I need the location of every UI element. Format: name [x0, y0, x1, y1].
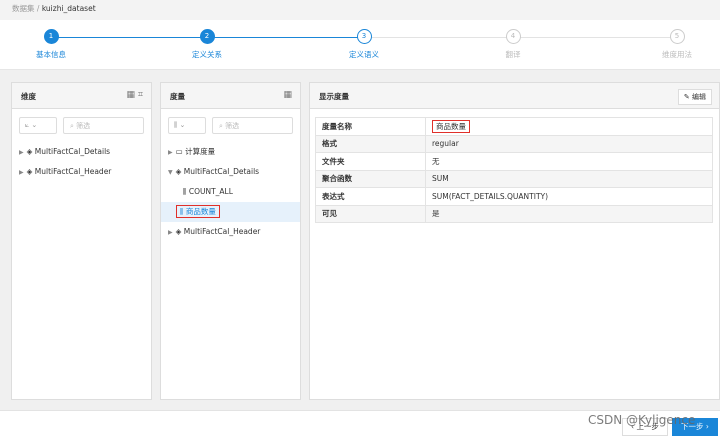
property-key: 表达式 — [315, 187, 426, 206]
pencil-icon: ✎ — [683, 93, 690, 101]
search-icon: ⌕ — [70, 122, 74, 130]
calculator-icon: ▭ — [175, 147, 183, 156]
measure-detail-panel: 显示度量 ✎ 编辑 度量名称 商品数量 格式 regular 文件夹无 聚合函数 SUM… — [309, 82, 720, 400]
breadcrumb-current: kuizhi_dataset — [41, 4, 96, 13]
caret-down-icon: ▼ — [168, 169, 173, 176]
table-row: 聚合函数 SUM — [315, 169, 713, 188]
property-value: regular — [425, 134, 713, 153]
tree-label: MultiFactCal_Details — [34, 147, 111, 156]
tree-label: MultiFactCal_Details — [183, 167, 260, 176]
edit-button[interactable]: ✎ 编辑 — [677, 89, 712, 105]
tree-label: 计算度量 — [185, 147, 216, 156]
caret-right-icon: ▶ — [19, 149, 24, 156]
tree-item[interactable]: ⫼ COUNT_ALL — [161, 182, 300, 202]
step-label: 翻译 — [505, 50, 521, 59]
table-row: 文件夹无 — [315, 152, 713, 171]
highlighted-value: 商品数量 — [432, 119, 470, 133]
stepper: 1 基本信息 2 定义关系 3 定义语义 4 翻译 5 维度用法 — [0, 20, 720, 70]
step-2[interactable]: 2 定义关系 — [177, 29, 237, 60]
add-hierarchy-icon[interactable]: ⌗ — [138, 90, 143, 100]
caret-right-icon: ▶ — [19, 169, 24, 176]
property-key: 格式 — [315, 134, 426, 153]
step-1[interactable]: 1 基本信息 — [21, 29, 81, 60]
cube-icon: ◈ — [175, 167, 182, 176]
caret-right-icon: ▶ — [168, 149, 173, 156]
tree-item[interactable]: ▼ ◈ MultiFactCal_Details — [161, 162, 300, 182]
property-value: 无 — [425, 152, 713, 171]
cube-icon: ◈ — [175, 227, 182, 236]
step-4[interactable]: 4 翻译 — [483, 29, 543, 60]
tree-label: COUNT_ALL — [188, 187, 233, 196]
bar-chart-icon: ⫼ — [180, 207, 184, 216]
measure-type-select[interactable]: ⫼ ⌄ — [168, 117, 206, 134]
step-circle: 5 — [669, 29, 685, 44]
step-5[interactable]: 5 维度用法 — [647, 29, 707, 60]
caret-right-icon: ▶ — [168, 229, 173, 236]
step-circle: 1 — [43, 29, 59, 44]
chart-icon: ⟀ — [25, 121, 30, 129]
property-value: 是 — [425, 204, 713, 223]
dimension-type-select[interactable]: ⟀ ⌄ — [19, 117, 57, 134]
property-key: 可见 — [315, 204, 426, 223]
panel-title: 显示度量 — [319, 92, 349, 101]
panel-title: 度量 — [170, 92, 185, 101]
tree-item[interactable]: ▶ ▭ 计算度量 — [161, 142, 300, 162]
tree-label: 商品数量 — [185, 207, 216, 216]
property-value: SUM(FACT_DETAILS.QUANTITY) — [425, 187, 713, 206]
step-label: 维度用法 — [662, 50, 692, 59]
add-measure-icon[interactable]: ▦ — [283, 90, 292, 100]
tree-item[interactable]: ▶ ◈ MultiFactCal_Header — [161, 222, 300, 242]
step-circle: 2 — [199, 29, 215, 44]
measure-filter-input[interactable]: ⌕ 筛选 — [212, 117, 293, 134]
dimension-panel: 维度 ▦ ⌗ ⟀ ⌄ ⌕ 筛选 ▶ ◈ MultiFactCal_Details ▶ ◈… — [11, 82, 152, 400]
step-circle: 4 — [505, 29, 521, 44]
property-value: 商品数量 — [425, 117, 713, 136]
table-row: 表达式 SUM(FACT_DETAILS.QUANTITY) — [315, 187, 713, 206]
breadcrumb: 数据集 / kuizhi_dataset — [0, 0, 720, 20]
measure-panel: 度量 ▦ ⫼ ⌄ ⌕ 筛选 ▶ ▭ 计算度量 ▼ ◈ MultiFactCal_Deta… — [160, 82, 301, 400]
step-label: 定义语义 — [349, 50, 379, 59]
step-3[interactable]: 3 定义语义 — [334, 29, 394, 60]
table-row: 可见是 — [315, 204, 713, 223]
step-label: 定义关系 — [192, 50, 222, 59]
breadcrumb-root[interactable]: 数据集 — [12, 4, 35, 13]
cube-icon: ◈ — [26, 147, 33, 156]
table-row: 度量名称 商品数量 — [315, 117, 713, 136]
tree-item[interactable]: ▶ ◈ MultiFactCal_Details — [12, 142, 151, 162]
property-key: 聚合函数 — [315, 169, 426, 188]
bar-chart-icon: ⫼ — [174, 121, 178, 129]
watermark: CSDN @Kyligence — [588, 413, 696, 427]
step-label: 基本信息 — [36, 50, 66, 59]
cube-icon: ◈ — [26, 167, 33, 176]
search-icon: ⌕ — [219, 122, 223, 130]
breadcrumb-sep: / — [36, 4, 40, 13]
table-row: 格式 regular — [315, 134, 713, 153]
step-circle: 3 — [356, 29, 372, 44]
property-key: 文件夹 — [315, 152, 426, 171]
placeholder: 筛选 — [225, 122, 240, 130]
tree-item[interactable]: ▶ ◈ MultiFactCal_Header — [12, 162, 151, 182]
tree-label: MultiFactCal_Header — [183, 227, 261, 236]
property-key: 度量名称 — [315, 117, 426, 136]
edit-label: 编辑 — [692, 93, 706, 101]
measure-properties-table: 度量名称 商品数量 格式 regular 文件夹无 聚合函数 SUM 表达式 SUM(F… — [315, 117, 713, 223]
dimension-filter-input[interactable]: ⌕ 筛选 — [63, 117, 144, 134]
property-value: SUM — [425, 169, 713, 188]
panel-title: 维度 — [21, 92, 36, 101]
placeholder: 筛选 — [76, 122, 91, 130]
tree-item-selected[interactable]: ⫼ 商品数量 — [161, 202, 300, 222]
tree-label: MultiFactCal_Header — [34, 167, 112, 176]
add-table-icon[interactable]: ▦ — [127, 90, 136, 100]
bar-chart-icon: ⫼ — [183, 187, 187, 196]
